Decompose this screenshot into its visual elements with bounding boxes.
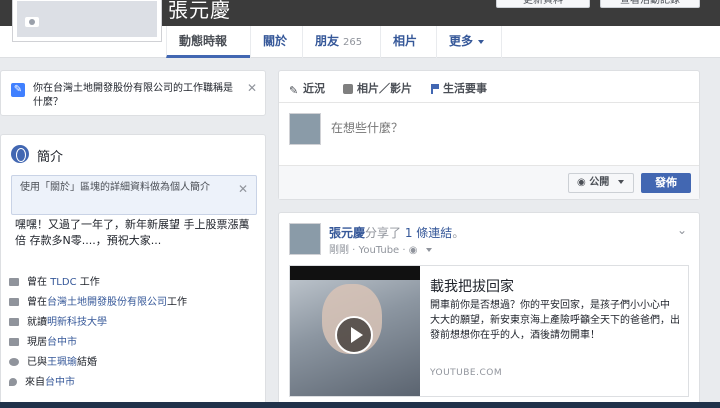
heart-icon [9,358,19,366]
graduation-cap-icon [9,318,19,326]
globe-icon[interactable]: ◉ [409,245,418,256]
job-prompt-text[interactable]: 你在台灣土地開發股份有限公司的工作職稱是什麼？ [33,82,241,110]
close-icon[interactable]: ✕ [238,182,248,196]
tab-photo-video[interactable]: 相片／影片 [343,80,412,96]
camera-icon [343,84,353,94]
home-icon [9,338,19,346]
avatar[interactable] [289,223,321,255]
chevron-down-icon [478,39,485,44]
tab-friends[interactable]: 朋友 265 [302,26,380,58]
friends-count: 265 [343,37,363,48]
story-meta: 剛剛 · YouTube · ◉ [329,241,432,256]
privacy-label: 公開 [589,177,610,188]
tab-photos[interactable]: 相片 [380,26,436,58]
briefcase-icon [9,298,19,306]
composer-footer: ◉ 公開 發佈 [279,165,699,199]
intro-card: 簡介 使用「關於」區塊的詳細資料做為個人簡介 ✕ 嘿嘿！又過了一年了，新年新展望… [0,134,266,408]
relationship-suffix: 結婚 [77,357,97,368]
pencil-icon: ✎ [11,83,25,97]
education-prefix: 就讀 [27,317,47,328]
avatar[interactable] [289,113,321,145]
post-composer: ✎ 近況 相片／影片 生活要事 ◉ 公開 發佈 [278,70,700,200]
flag-icon [431,84,439,94]
chevron-down-icon [617,180,624,184]
work-prefix: 曾在 [27,277,47,288]
feed-story: 張元慶分享了 1 條連結。 剛剛 · YouTube · ◉ ⌄ 載我把拔回家 … [278,212,700,408]
chevron-down-icon[interactable] [425,248,432,252]
tab-more-label: 更多 [449,34,474,48]
profile-name[interactable]: 張元慶 [168,0,231,23]
profile-photo [17,1,157,37]
activity-log-button[interactable]: 查看活動記錄 [600,0,700,8]
tab-status-label: 近況 [303,82,325,95]
object-link[interactable]: 1 條連結 [405,226,452,240]
work-suffix: 工作 [79,277,100,288]
globe-icon: ◉ [577,177,586,188]
privacy-selector[interactable]: ◉ 公開 [568,173,634,193]
link-description: 開車前你是否想過？你的平安回家，是孩子們小小心中 大大的願望，新安東京海上產險呼… [430,300,680,341]
tab-life-event-label: 生活要事 [443,82,487,95]
job-title-prompt: ✎ 你在台灣土地開發股份有限公司的工作職稱是什麼？ ✕ [0,70,266,116]
camera-icon[interactable] [25,17,39,27]
work-prefix: 曾在 [27,297,47,308]
tab-more[interactable]: 更多 [436,26,502,58]
hometown-item: 來自台中市 [9,375,75,391]
profile-picture[interactable] [12,0,162,42]
current-city-item: 現居台中市 [9,335,77,351]
hometown-prefix: 來自 [25,377,45,388]
globe-icon [11,145,29,163]
education-item: 就讀明新科技大學 [9,315,107,331]
timestamp[interactable]: 剛剛 [329,245,349,256]
work-item: 曾在 TLDC 工作 [9,275,100,291]
intro-title: 簡介 [37,150,64,165]
story-options-chevron-icon[interactable]: ⌄ [677,223,687,237]
tab-status[interactable]: ✎ 近況 [289,80,325,97]
relationship-item: 已與王珮瑜結婚 [9,355,97,371]
composer-tabs: ✎ 近況 相片／影片 生活要事 [279,71,699,103]
link-domain: YOUTUBE.COM [430,368,503,378]
intro-tip-text[interactable]: 使用「關於」區塊的詳細資料做為個人簡介 [20,181,238,195]
tab-about[interactable]: 關於 [250,26,302,58]
os-taskbar [0,402,720,408]
work-link[interactable]: TLDC [50,277,76,288]
relationship-prefix: 已與 [27,357,47,368]
current-city-prefix: 現居 [27,337,47,348]
tab-life-event[interactable]: 生活要事 [431,80,487,96]
work-suffix: 工作 [167,297,187,308]
current-city-link[interactable]: 台中市 [47,337,77,348]
source-label: YouTube [358,245,400,256]
briefcase-icon [9,278,19,286]
play-icon[interactable] [335,316,373,354]
story-action: 分享了 [365,226,402,240]
link-title[interactable]: 載我把拔回家 [430,276,514,296]
location-pin-icon [9,378,17,386]
link-preview-card[interactable]: 載我把拔回家 開車前你是否想過？你的平安回家，是孩子們小小心中 大大的願望，新安… [289,265,689,397]
bio-text: 嘿嘿！又過了一年了，新年新展望 手上股票漲萬倍 存款多N零....，預祝大家..… [15,218,250,247]
tab-timeline[interactable]: 動態時報 [166,26,250,58]
intro-tip: 使用「關於」區塊的詳細資料做為個人簡介 ✕ [11,175,257,215]
pencil-icon: ✎ [289,84,299,97]
tab-friends-label: 朋友 [315,34,340,48]
post-button[interactable]: 發佈 [641,173,691,193]
video-thumbnail[interactable] [290,266,420,396]
story-header: 張元慶分享了 1 條連結。 [329,224,464,241]
tab-photo-video-label: 相片／影片 [357,82,412,95]
work-link[interactable]: 台灣土地開發股份有限公司 [47,297,167,308]
education-link[interactable]: 明新科技大學 [47,317,107,328]
actor-link[interactable]: 張元慶 [329,226,365,240]
update-info-button[interactable]: 更新資料 [496,0,590,8]
thumbnail-letterbox [290,266,420,280]
hometown-link[interactable]: 台中市 [45,377,75,388]
work-item: 曾在台灣土地開發股份有限公司工作 [9,295,187,311]
close-icon[interactable]: ✕ [247,81,257,95]
relationship-link[interactable]: 王珮瑜 [47,357,77,368]
status-input[interactable] [331,121,631,135]
story-period: 。 [452,226,465,240]
